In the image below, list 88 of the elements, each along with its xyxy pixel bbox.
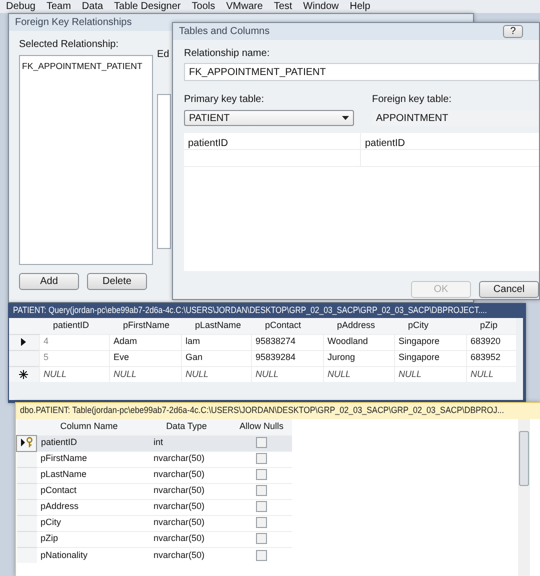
- table-cell: NULL: [181, 366, 251, 382]
- table-cell: pLastName: [36, 467, 142, 483]
- column-header[interactable]: pCity: [394, 318, 466, 334]
- column-header[interactable]: pContact: [251, 318, 323, 334]
- list-item[interactable]: FK_APPOINTMENT_PATIENT: [22, 60, 142, 74]
- grid-cell: patientID: [184, 133, 361, 149]
- table-cell: NULL: [251, 366, 323, 382]
- menu-item[interactable]: Debug: [6, 0, 36, 13]
- table-cell: nvarchar(50): [142, 483, 232, 499]
- allow-nulls-checkbox[interactable]: [256, 437, 267, 448]
- table-cell: nvarchar(50): [142, 531, 232, 547]
- table-cell: int: [142, 435, 232, 451]
- scrollbar-thumb[interactable]: [519, 431, 529, 486]
- field-label: Primary key table:: [184, 93, 266, 107]
- column-header[interactable]: pFirstName: [109, 318, 181, 334]
- table-cell: Adam: [109, 334, 181, 350]
- table-cell: 95839284: [251, 350, 323, 366]
- table-cell: nvarchar(50): [142, 467, 232, 483]
- column-header[interactable]: Column Name: [36, 419, 142, 435]
- field-label: Relationship name:: [184, 47, 271, 61]
- menu-item[interactable]: VMware: [226, 0, 263, 13]
- current-row-icon: [21, 338, 26, 346]
- table-cell: Eve: [109, 350, 181, 366]
- relationship-list[interactable]: FK_APPOINTMENT_PATIENT: [19, 55, 153, 265]
- table-cell: pNationality: [36, 547, 142, 563]
- table-cell: nvarchar(50): [142, 451, 232, 467]
- table-cell: NULL: [323, 366, 394, 382]
- table-cell: 4: [39, 334, 109, 350]
- menu-item[interactable]: Tools: [192, 0, 216, 13]
- allow-nulls-checkbox[interactable]: [256, 453, 267, 464]
- section-label: Ed: [157, 48, 170, 62]
- allow-nulls-checkbox[interactable]: [256, 501, 267, 512]
- table-cell: Jurong: [323, 350, 394, 366]
- allow-nulls-checkbox[interactable]: [256, 469, 267, 480]
- table-cell: patientID: [36, 435, 142, 451]
- table-cell: 683920: [466, 334, 516, 350]
- window-title: Foreign Key Relationships: [15, 16, 132, 30]
- table-cell: nvarchar(50): [142, 499, 232, 515]
- table-cell: lam: [181, 334, 251, 350]
- field-label: Foreign key table:: [372, 93, 452, 107]
- table-cell: pContact: [36, 483, 142, 499]
- table-cell: pFirstName: [36, 451, 142, 467]
- table-cell: nvarchar(50): [142, 515, 232, 531]
- cancel-button[interactable]: Cancel: [479, 281, 539, 298]
- delete-button[interactable]: Delete: [87, 273, 147, 290]
- caret-icon: [342, 116, 349, 120]
- help-button[interactable]: ?: [503, 25, 523, 38]
- table-cell: pCity: [36, 515, 142, 531]
- grid-cell-text: patientID: [364, 137, 406, 149]
- add-button[interactable]: Add: [19, 273, 79, 290]
- menu-item[interactable]: Table Designer: [114, 0, 181, 13]
- menu-item[interactable]: Team: [46, 0, 71, 13]
- new-row-icon: [19, 370, 28, 379]
- table-cell: NULL: [394, 366, 466, 382]
- list-label: Selected Relationship:: [19, 38, 120, 52]
- table-cell: pAddress: [36, 499, 142, 515]
- allow-nulls-checkbox[interactable]: [256, 517, 267, 528]
- table-cell: Woodland: [323, 334, 394, 350]
- table-cell: 683952: [466, 350, 516, 366]
- scrollbar[interactable]: [518, 419, 530, 576]
- table-cell: NULL: [39, 366, 109, 382]
- allow-nulls-checkbox[interactable]: [256, 485, 267, 496]
- column-header[interactable]: pLastName: [181, 318, 251, 334]
- window-title: dbo.PATIENT: Table(jordan-pc\ebe99ab7-2d6a-4c.C:\USERS\JORDAN\DESKTOP\GRP_02_03_SACP\GRP_02_03_SACP\DBPROJ...: [20, 404, 504, 418]
- table-cell: Singapore: [394, 334, 466, 350]
- window-title: Tables and Columns: [179, 25, 270, 39]
- column-header[interactable]: pAddress: [323, 318, 394, 334]
- window-title: PATIENT: Query(jordan-pc\ebe99ab7-2d6a-4c.C:\USERS\JORDAN\DESKTOP\GRP_02_03_SACP\GRP_02_03_SACP\DBPROJECT....: [13, 304, 487, 317]
- table-cell: 5: [39, 350, 109, 366]
- table-cell: NULL: [109, 366, 181, 382]
- column-header[interactable]: pZip: [466, 318, 516, 334]
- column-header[interactable]: patientID: [39, 318, 109, 334]
- relationship-name-field[interactable]: FK_APPOINTMENT_PATIENT: [184, 63, 539, 81]
- menu-item[interactable]: Test: [274, 0, 292, 13]
- table-cell: Singapore: [394, 350, 466, 366]
- table-cell: 95838274: [251, 334, 323, 350]
- table-cell: pZip: [36, 531, 142, 547]
- menu-item[interactable]: Help: [350, 0, 370, 13]
- table-cell: NULL: [466, 366, 516, 382]
- table-cell: nvarchar(50): [142, 547, 232, 563]
- allow-nulls-checkbox[interactable]: [256, 550, 267, 561]
- menu-item[interactable]: Data: [82, 0, 104, 13]
- primary-key-dropdown[interactable]: PATIENT: [184, 110, 354, 126]
- column-header[interactable]: Allow Nulls: [232, 419, 292, 435]
- menu-item[interactable]: Window: [303, 0, 339, 13]
- column-header[interactable]: Data Type: [142, 419, 232, 435]
- allow-nulls-checkbox[interactable]: [256, 533, 267, 544]
- table-cell: Gan: [181, 350, 251, 366]
